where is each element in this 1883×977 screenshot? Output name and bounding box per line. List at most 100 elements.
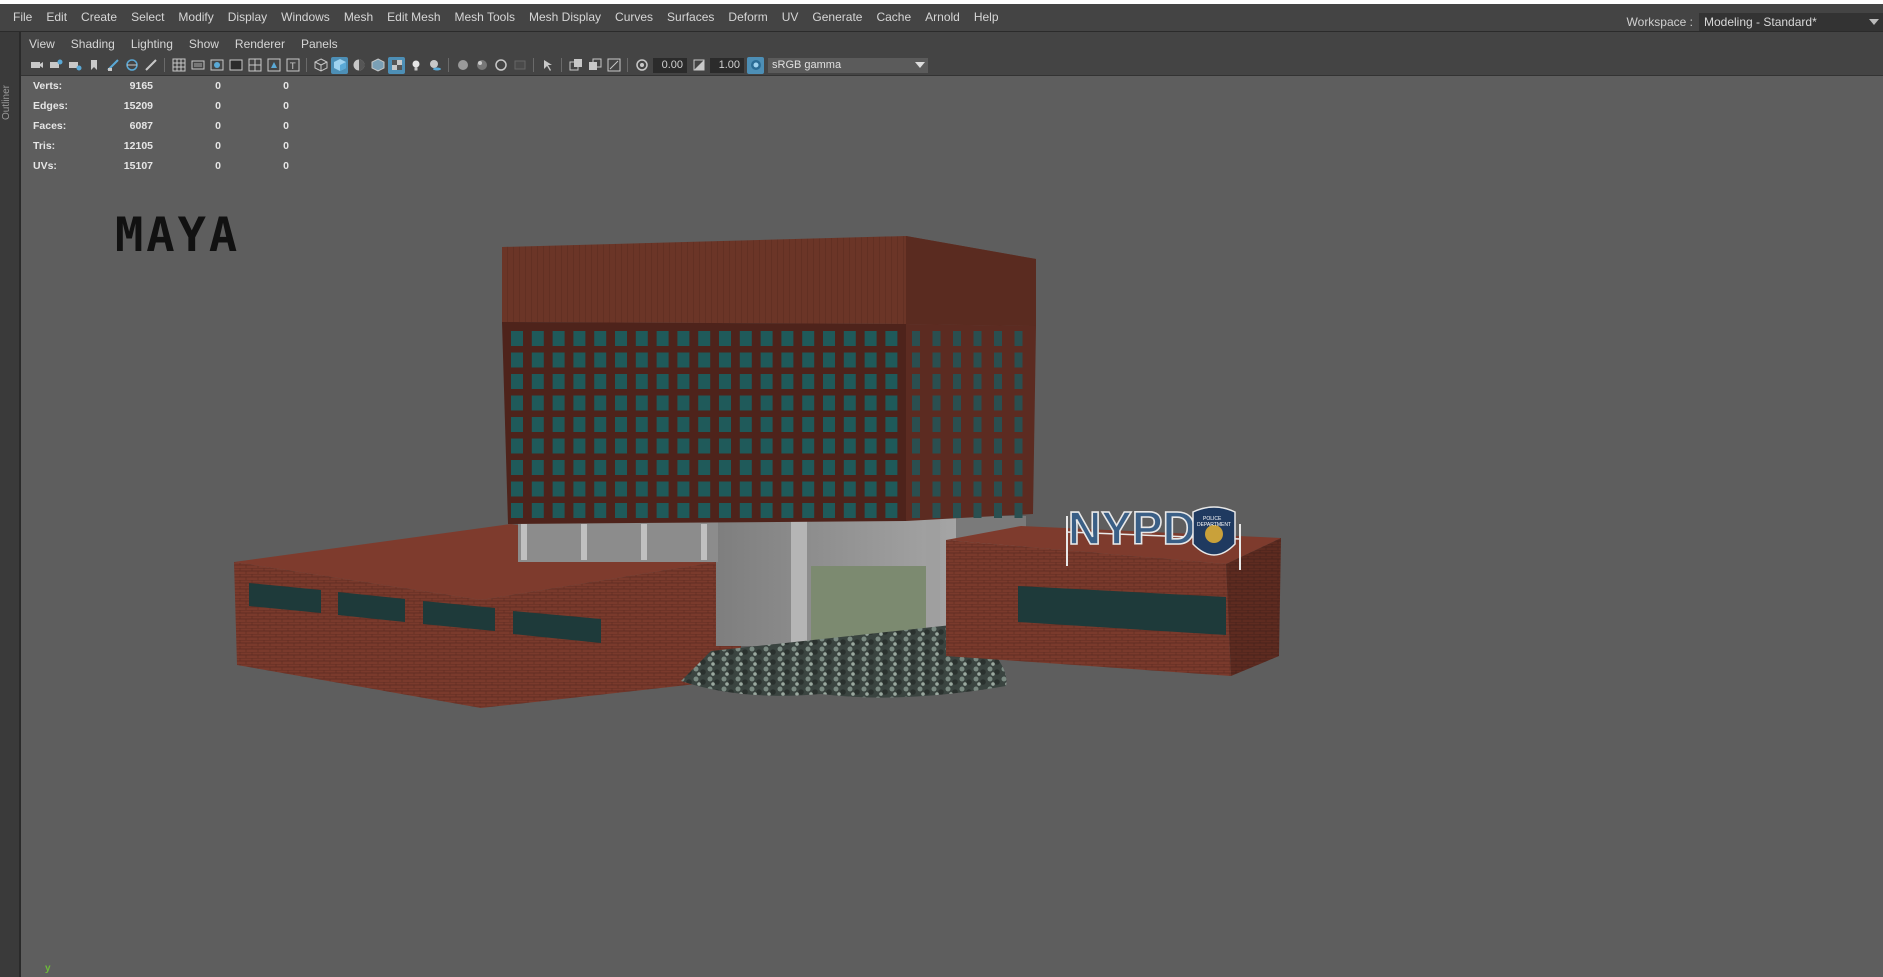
tower-window (698, 481, 711, 497)
shadows-icon[interactable] (426, 57, 443, 74)
aspect-ratio-icon[interactable] (605, 57, 622, 74)
tower-window (719, 331, 731, 346)
panel-menu-show[interactable]: Show (181, 33, 227, 55)
image-plane-icon[interactable] (85, 57, 102, 74)
safe-action-icon[interactable] (227, 57, 244, 74)
gamma-field[interactable]: 1.00 (710, 57, 744, 73)
texture-display-icon[interactable] (388, 56, 405, 74)
field-chart-alt-icon[interactable] (265, 57, 282, 74)
panel-menu-lighting[interactable]: Lighting (123, 33, 181, 55)
tower-window (698, 503, 711, 518)
menu-create[interactable]: Create (74, 4, 124, 31)
color-management-icon[interactable] (747, 56, 764, 74)
outliner-tab-label[interactable]: Outliner (1, 72, 17, 132)
exposure-icon[interactable] (633, 57, 650, 74)
panel-menu-panels[interactable]: Panels (293, 33, 346, 55)
menu-display[interactable]: Display (221, 4, 274, 31)
menu-select[interactable]: Select (124, 4, 171, 31)
camera-select-icon[interactable] (28, 57, 45, 74)
panel-menu-renderer[interactable]: Renderer (227, 33, 293, 55)
menu-arnold[interactable]: Arnold (918, 4, 967, 31)
3d-viewport[interactable]: NYPD POLICE DEPARTMENT Verts: 9165 0 0 E… (21, 76, 1883, 977)
outliner-tab-strip[interactable]: Outliner (0, 32, 21, 977)
tower-window (823, 460, 835, 475)
antialiasing-icon[interactable] (473, 57, 490, 74)
tower-window (573, 503, 586, 518)
menu-mesh-display[interactable]: Mesh Display (522, 4, 608, 31)
tower-window (677, 460, 690, 475)
tower-window (781, 352, 794, 368)
tower-window (511, 417, 523, 432)
menu-uv[interactable]: UV (775, 4, 806, 31)
ambient-occlusion-icon[interactable] (454, 57, 471, 74)
xray-icon[interactable] (369, 57, 386, 74)
panel-menu-view[interactable]: View (21, 33, 63, 55)
menu-file[interactable]: File (6, 4, 39, 31)
tower-window (573, 460, 586, 475)
tower-window (864, 374, 877, 389)
exposure-field[interactable]: 0.00 (653, 57, 687, 73)
tower-side-window (973, 503, 982, 518)
menu-curves[interactable]: Curves (608, 4, 660, 31)
menu-windows[interactable]: Windows (274, 4, 337, 31)
camera-attributes-icon[interactable] (47, 57, 64, 74)
tower-side-window (932, 374, 941, 389)
xray-active-icon[interactable] (567, 57, 584, 74)
colorspace-dropdown[interactable]: sRGB gamma (768, 57, 928, 73)
hud-label: Faces: (33, 120, 67, 132)
tower-side-window (1014, 503, 1023, 518)
isolate-select-icon[interactable] (511, 57, 528, 74)
panel-menu-shading[interactable]: Shading (63, 33, 123, 55)
workspace-dropdown[interactable]: Modeling - Standard* (1699, 12, 1883, 31)
depth-of-field-icon[interactable] (492, 57, 509, 74)
menu-deform[interactable]: Deform (721, 4, 774, 31)
xray-joints-icon[interactable] (539, 57, 556, 74)
menu-generate[interactable]: Generate (805, 4, 869, 31)
toolbar-separator (306, 58, 307, 72)
hud-row-uvs: UVs: 15107 0 0 (33, 156, 289, 176)
tower-window (781, 481, 794, 497)
backface-icon[interactable] (586, 57, 603, 74)
menu-surfaces[interactable]: Surfaces (660, 4, 721, 31)
tower-side-window (912, 417, 920, 432)
gate-mask-icon[interactable] (189, 57, 206, 74)
tower-window (885, 331, 898, 346)
hud-label: Verts: (33, 80, 63, 92)
wireframe-icon[interactable] (312, 57, 329, 74)
menu-help[interactable]: Help (967, 4, 1006, 31)
tower-window (739, 352, 752, 368)
hud-row-tris: Tris: 12105 0 0 (33, 136, 289, 156)
grid-icon[interactable] (123, 57, 140, 74)
menu-edit-mesh[interactable]: Edit Mesh (380, 4, 447, 31)
smooth-shade-icon[interactable] (331, 56, 348, 74)
menu-edit[interactable]: Edit (39, 4, 74, 31)
tower-window (552, 481, 565, 497)
tower-window (739, 438, 752, 454)
poly-count-hud: Verts: 9165 0 0 Edges: 15209 0 0 Faces: … (33, 76, 289, 176)
panel-toolbar: T 0.00 1.00 sRGB gamma (21, 55, 1883, 76)
gamma-icon[interactable] (690, 57, 707, 74)
text-gate-icon[interactable]: T (284, 57, 301, 74)
tower-side-window (994, 395, 1002, 411)
tower-window (781, 395, 794, 411)
resolution-gate-icon[interactable] (170, 57, 187, 74)
tower-window (843, 503, 856, 518)
tower-window (843, 438, 856, 454)
tower-window (760, 460, 773, 475)
bookmark-icon[interactable] (66, 57, 83, 74)
film-gate-icon[interactable] (142, 57, 159, 74)
tower-window (885, 481, 898, 497)
field-chart-icon[interactable] (208, 57, 225, 74)
default-material-icon[interactable] (350, 57, 367, 74)
menu-mesh[interactable]: Mesh (337, 4, 380, 31)
menu-modify[interactable]: Modify (171, 4, 220, 31)
menu-mesh-tools[interactable]: Mesh Tools (448, 4, 522, 31)
tower-window (594, 374, 607, 389)
tower-window (635, 374, 648, 389)
safe-title-icon[interactable] (246, 57, 263, 74)
use-lights-icon[interactable] (407, 57, 424, 74)
menu-cache[interactable]: Cache (869, 4, 918, 31)
tower-window (760, 352, 773, 368)
grease-pencil-icon[interactable] (104, 57, 121, 74)
tower-window (760, 331, 773, 346)
